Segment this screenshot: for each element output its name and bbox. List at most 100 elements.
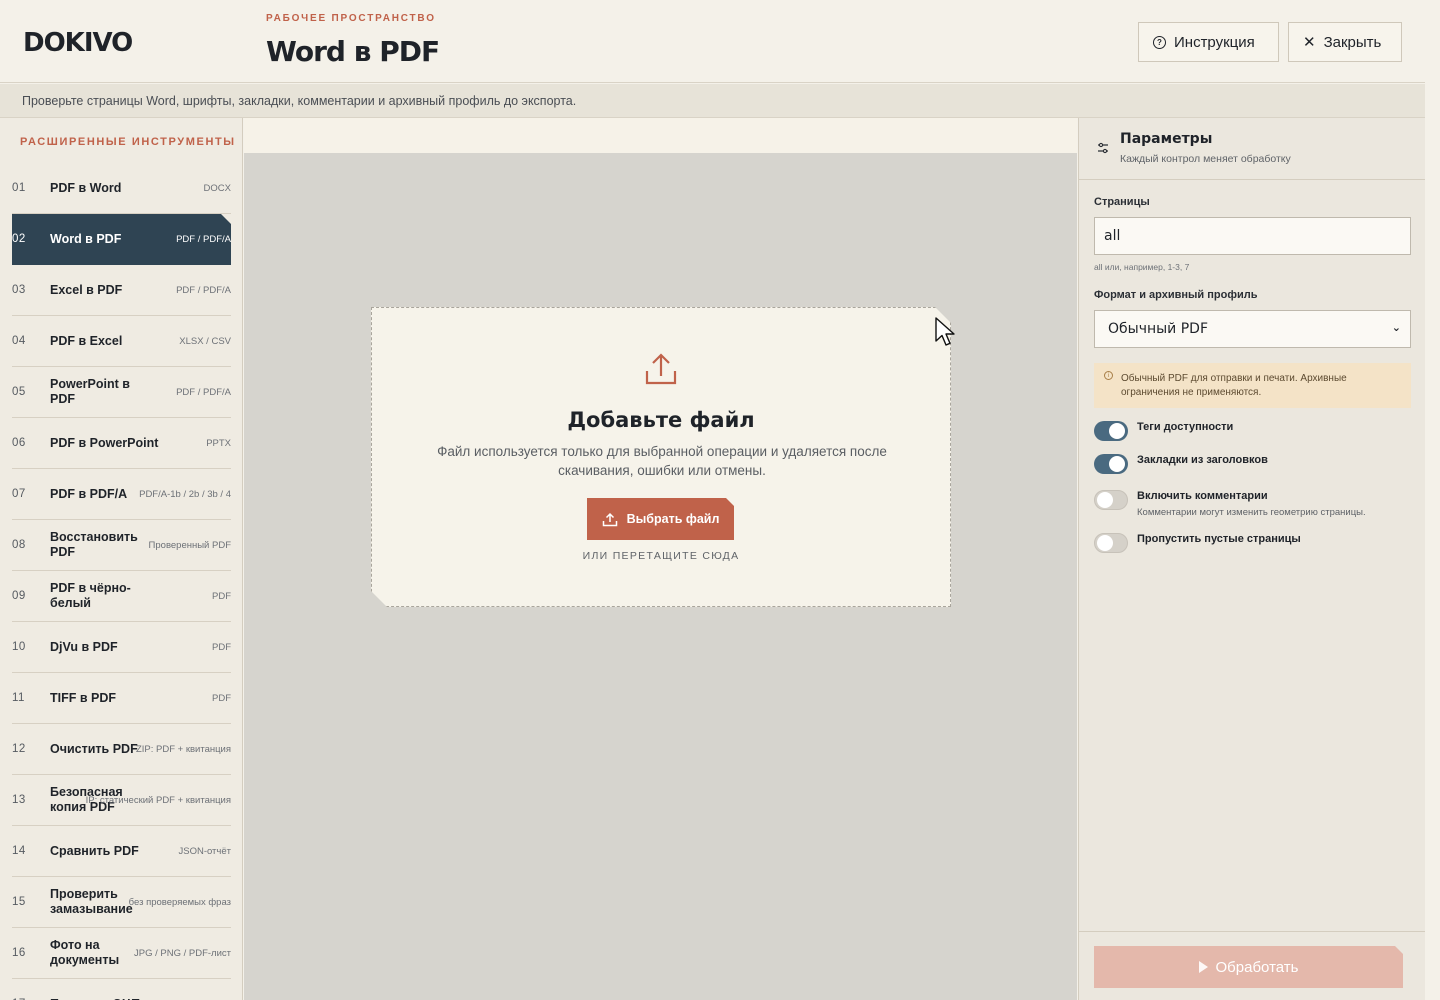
tool-number: 06 (12, 437, 26, 449)
sidebar-tool-item[interactable]: 13 Безопасная копия PDF IP: статический PD… (12, 775, 231, 826)
tool-format: PDF (212, 692, 231, 704)
toggle-hint: Комментарии могут изменить геометрию стр… (1137, 507, 1366, 518)
logo[interactable]: DOKIVO (23, 28, 133, 58)
tool-format: JSON-отчёт (178, 845, 231, 857)
sidebar-title: РАСШИРЕННЫЕ ИНСТРУМЕНТЫ (20, 136, 236, 148)
tool-name: Сравнить PDF (50, 843, 139, 858)
dropzone-description: Файл используется только для выбранной о… (437, 444, 887, 478)
tool-name: DjVu в PDF (50, 639, 118, 654)
tools-sidebar: РАСШИРЕННЫЕ ИНСТРУМЕНТЫ 01 PDF в Word DOCX… (0, 118, 243, 1000)
sidebar-tool-item[interactable]: 15 Проверить замазывание без проверяемых ф… (12, 877, 231, 928)
tool-format: PDF / PDF/A (176, 233, 231, 245)
sidebar-tool-item[interactable]: 08 Восстановить PDF Проверенный PDF (12, 520, 231, 571)
sidebar-tool-item[interactable]: 16 Фото на документы JPG / PNG / PDF-лист (12, 928, 231, 979)
tool-number: 16 (12, 947, 26, 959)
tool-format: DOCX (203, 182, 231, 194)
tool-format: XLSX / CSV (179, 335, 231, 347)
process-button-label: Обработать (1215, 958, 1299, 976)
format-info-text: Обычный PDF для отправки и печати. Архив… (1121, 373, 1347, 398)
tool-name: Очистить PDF (50, 741, 138, 756)
close-button-label: Закрыть (1323, 33, 1382, 51)
tool-number: 04 (12, 335, 26, 347)
tool-number: 02 (12, 233, 26, 245)
sidebar-tool-item[interactable]: 01 PDF в Word DOCX (12, 163, 231, 214)
info-icon: i (1104, 371, 1113, 380)
tool-name: PDF в PDF/A (50, 486, 128, 501)
toggle-label: Включить комментарии (1137, 490, 1268, 502)
tool-number: 15 (12, 896, 26, 908)
tool-format: PDF / PDF/A (176, 386, 231, 398)
pages-input[interactable]: all (1094, 217, 1411, 255)
toggle-label: Теги доступности (1137, 421, 1234, 433)
tool-format: JPG / PNG / PDF-лист (133, 947, 231, 959)
pages-label: Страницы (1094, 196, 1150, 208)
tool-number: 09 (12, 590, 26, 602)
tool-format: Проверенный PDF (148, 539, 231, 551)
tool-number: 03 (12, 284, 26, 296)
tool-number: 05 (12, 386, 26, 398)
page-scrollbar[interactable] (1425, 0, 1440, 1000)
close-icon: ✕ (1303, 33, 1316, 51)
mouse-cursor-icon (935, 317, 955, 346)
sidebar-tool-item[interactable]: 04 PDF в Excel XLSX / CSV (12, 316, 231, 367)
help-button-label: Инструкция (1174, 33, 1255, 51)
tool-number: 01 (12, 182, 26, 194)
tool-format: PDF (212, 641, 231, 653)
panel-header: Параметры Каждый контрол меняет обработк… (1079, 118, 1426, 180)
sidebar-tool-item[interactable]: 10 DjVu в PDF PDF (12, 622, 231, 673)
tool-name: Проверить замазывание (50, 887, 133, 916)
tool-number: 08 (12, 539, 26, 551)
tool-format: без проверяемых фраз (128, 896, 231, 908)
help-button[interactable]: ? Инструкция (1138, 22, 1279, 62)
file-dropzone[interactable]: Добавьте файл Файл используется только д… (371, 307, 951, 607)
tool-name: Проверка ЭЦП (50, 997, 170, 1000)
toggle-switch[interactable] (1094, 421, 1128, 441)
pages-hint: all или, например, 1-3, 7 (1094, 262, 1190, 272)
tool-number: 14 (12, 845, 26, 857)
sidebar-tool-item[interactable]: 17Проверка ЭЦП (12, 979, 231, 1000)
sidebar-tool-item[interactable]: 02 Word в PDF PDF / PDF/A (12, 214, 231, 265)
process-button[interactable]: Обработать (1094, 946, 1403, 988)
toggle-switch[interactable] (1094, 454, 1128, 474)
tool-name: PDF в Word (50, 180, 122, 195)
drag-hint: ИЛИ ПЕРЕТАЩИТЕ СЮДА (582, 550, 740, 562)
sidebar-tool-item[interactable]: 07 PDF в PDF/A PDF/A-1b / 2b / 3b / 4 (12, 469, 231, 520)
tool-name: PDF в чёрно-белый (50, 581, 131, 610)
format-select[interactable]: Обычный PDF ⌄ (1094, 310, 1411, 348)
tool-name: PDF в Excel (50, 333, 123, 348)
sidebar-tool-item[interactable]: 14 Сравнить PDF JSON-отчёт (12, 826, 231, 877)
format-label: Формат и архивный профиль (1094, 289, 1258, 301)
sidebar-tool-item[interactable]: 11 TIFF в PDF PDF (12, 673, 231, 724)
tool-name: PowerPoint в PDF (50, 377, 130, 406)
toggle-switch[interactable] (1094, 490, 1128, 510)
tool-number: 12 (12, 743, 26, 755)
toggle-knob (1097, 492, 1113, 508)
sidebar-tool-item[interactable]: 06 PDF в PowerPoint PPTX (12, 418, 231, 469)
toggle-switch[interactable] (1094, 533, 1128, 553)
close-button[interactable]: ✕ Закрыть (1288, 22, 1402, 62)
sliders-icon (1098, 142, 1108, 154)
page-title: Word в PDF (266, 35, 440, 68)
notice-bar: Проверьте страницы Word, шрифты, закладк… (0, 84, 1425, 118)
choose-file-button[interactable]: Выбрать файл (587, 498, 734, 540)
tool-format: ZIP: PDF + квитанция (135, 743, 231, 755)
tool-name: TIFF в PDF (50, 690, 117, 705)
sidebar-tool-item[interactable]: 09 PDF в чёрно-белый PDF (12, 571, 231, 622)
toggle-label: Пропустить пустые страницы (1137, 533, 1301, 545)
toggle-knob (1097, 535, 1113, 551)
workspace-eyebrow: РАБОЧЕЕ ПРОСТРАНСТВО (266, 13, 436, 24)
app-header: DOKIVO РАБОЧЕЕ ПРОСТРАНСТВО Word в PDF ?… (0, 0, 1425, 83)
settings-panel: Параметры Каждый контрол меняет обработк… (1078, 118, 1426, 1000)
toggle-knob (1109, 423, 1125, 439)
tool-number: 11 (12, 692, 25, 704)
sidebar-tool-item[interactable]: 05 PowerPoint в PDF PDF / PDF/A (12, 367, 231, 418)
panel-title: Параметры (1120, 131, 1213, 147)
tool-format: IP: статический PDF + квитанция (85, 794, 231, 806)
dropzone-title: Добавьте файл (567, 408, 755, 432)
sidebar-tool-item[interactable]: 12 Очистить PDF ZIP: PDF + квитанция (12, 724, 231, 775)
sidebar-tool-item[interactable]: 03 Excel в PDF PDF / PDF/A (12, 265, 231, 316)
upload-icon (644, 352, 678, 386)
tool-format: PPTX (206, 437, 231, 449)
chevron-down-icon: ⌄ (1391, 321, 1401, 334)
format-select-value: Обычный PDF (1108, 321, 1209, 337)
